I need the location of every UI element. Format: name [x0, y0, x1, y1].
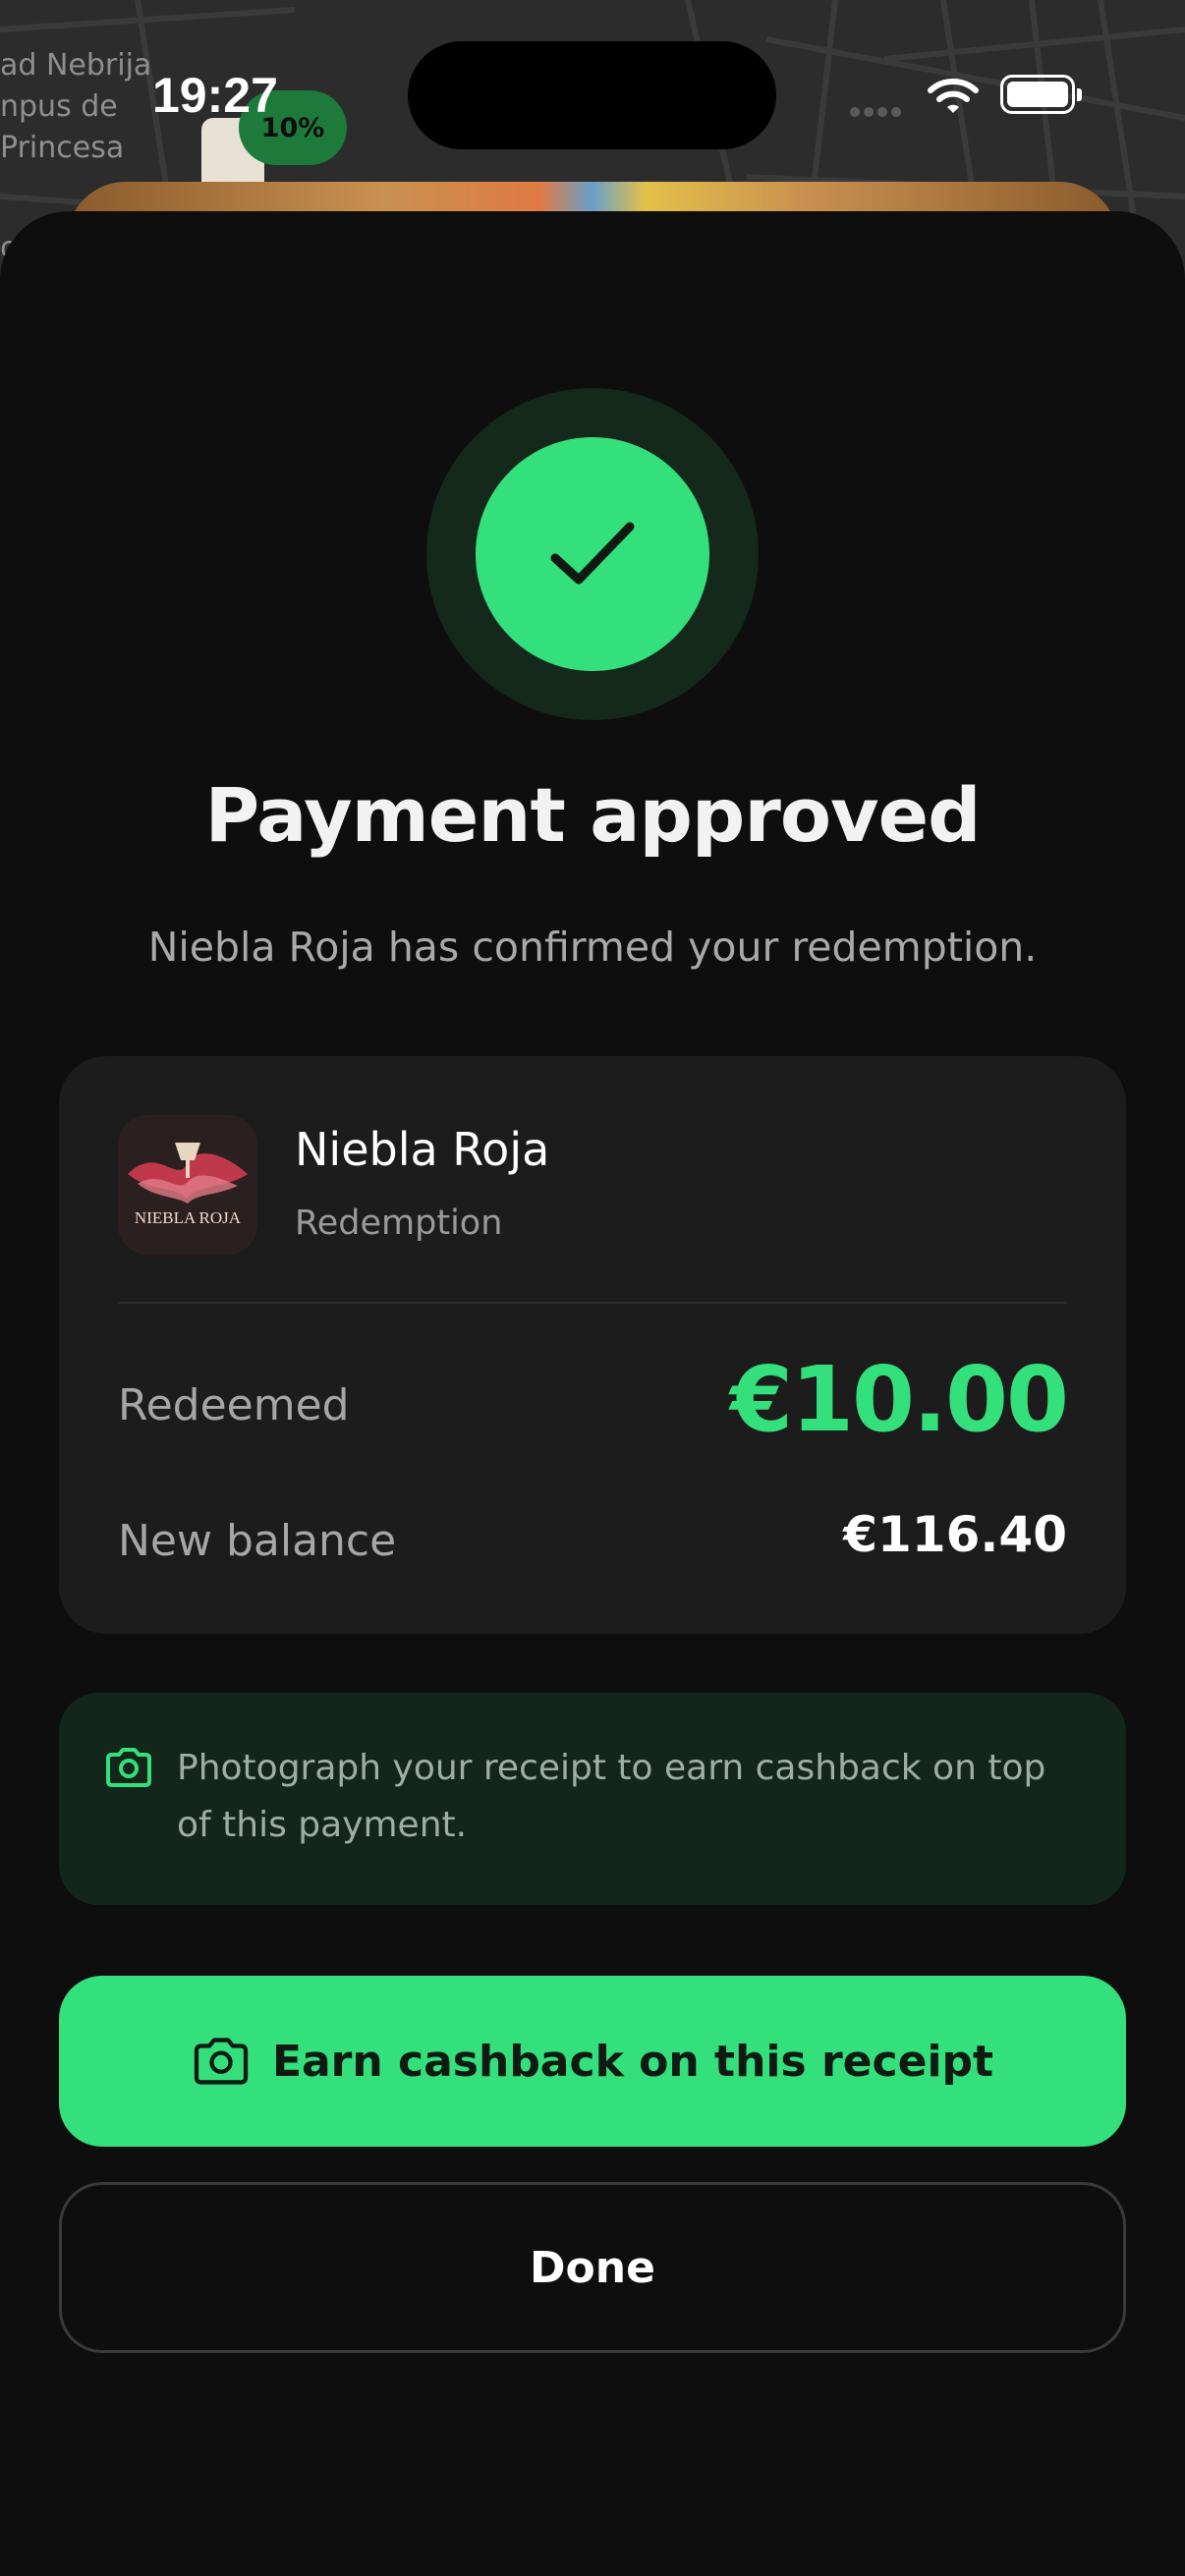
page-subtitle: Niebla Roja has confirmed your redemptio… — [147, 924, 1038, 971]
merchant-logo: NIEBLA ROJA — [118, 1115, 257, 1255]
new-balance-amount: €116.40 — [843, 1506, 1067, 1563]
camera-icon — [194, 2038, 249, 2085]
redeemed-label: Redeemed — [118, 1380, 350, 1430]
map-label: npus de — [0, 89, 118, 124]
payment-result-sheet: Payment approved Niebla Roja has confirm… — [0, 211, 1185, 2576]
camera-icon — [106, 1748, 151, 1787]
receipt-info-banner: Photograph your receipt to earn cashback… — [59, 1693, 1126, 1905]
merchant-name: Niebla Roja — [295, 1123, 550, 1176]
battery-icon — [1000, 75, 1082, 114]
map-label: Princesa — [0, 131, 125, 165]
merchant-logo-art: NIEBLA ROJA — [118, 1115, 257, 1255]
earn-cashback-label: Earn cashback on this receipt — [271, 2036, 994, 2087]
earn-cashback-button[interactable]: Earn cashback on this receipt — [59, 1976, 1126, 2147]
cellular-signal-icon — [850, 102, 907, 117]
new-balance-label: New balance — [118, 1516, 397, 1566]
success-indicator — [426, 388, 759, 720]
transaction-type: Redemption — [295, 1204, 503, 1243]
done-button[interactable]: Done — [59, 2182, 1126, 2353]
checkmark-icon — [550, 522, 635, 585]
status-time: 19:27 — [152, 68, 278, 123]
done-label: Done — [530, 2242, 655, 2293]
wifi-icon — [928, 79, 979, 113]
redeemed-amount: €10.00 — [729, 1347, 1069, 1452]
dynamic-island — [408, 41, 776, 149]
map-label: ad Nebrija — [0, 48, 152, 83]
merchant-logo-text: NIEBLA ROJA — [135, 1208, 242, 1227]
divider — [118, 1302, 1067, 1304]
receipt-info-text: Photograph your receipt to earn cashback… — [177, 1748, 1046, 1845]
transaction-summary-card: NIEBLA ROJA Niebla Roja Redemption Redee… — [59, 1056, 1126, 1634]
page-title: Payment approved — [204, 771, 981, 859]
